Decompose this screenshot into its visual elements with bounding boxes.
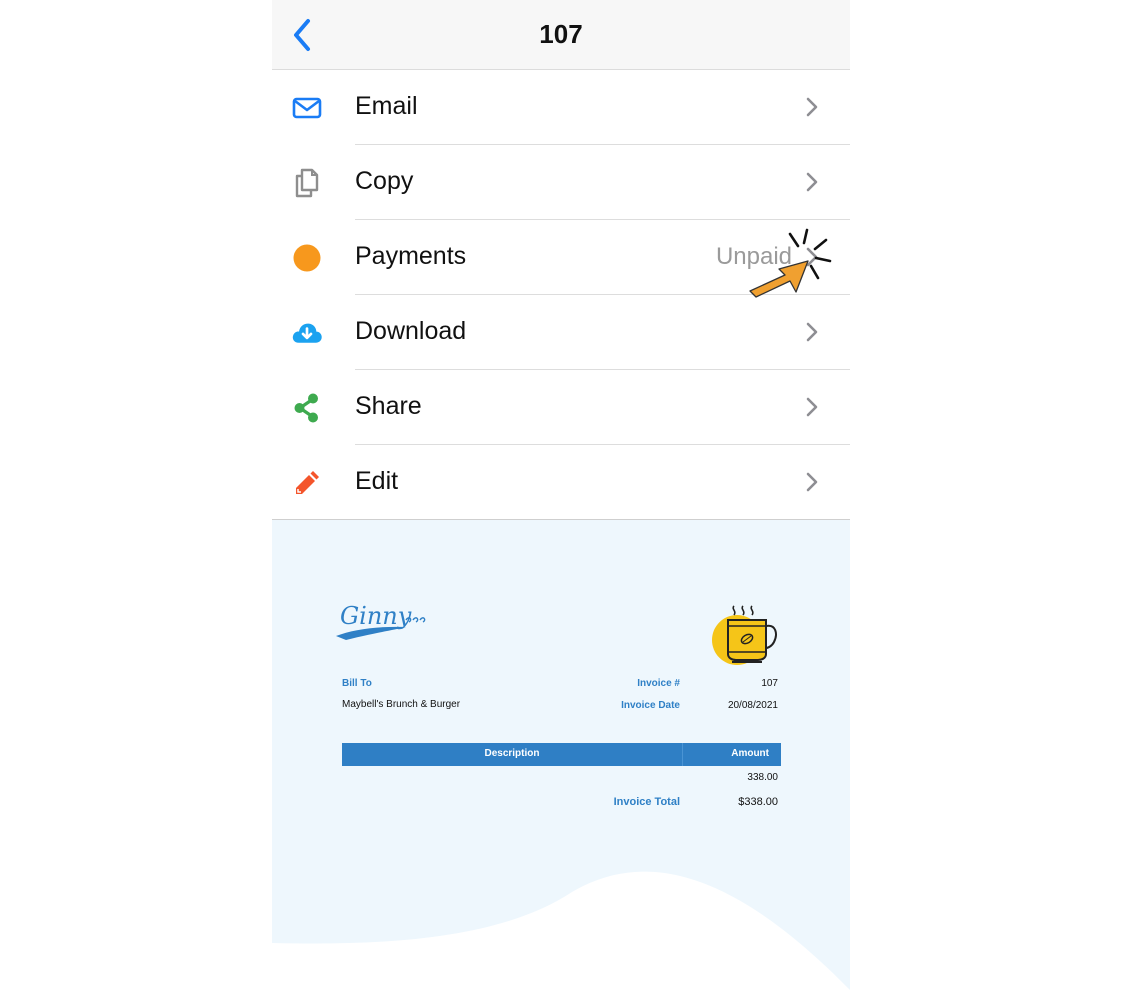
description-header: Description — [484, 748, 540, 759]
invoice-total-label: Invoice Total — [613, 796, 680, 808]
bill-to-label: Bill To — [342, 678, 372, 689]
menu-item-download[interactable]: Download — [272, 295, 850, 370]
menu-item-label: Download — [355, 317, 467, 345]
invoice-number: 107 — [761, 678, 778, 689]
navigation-bar: 107 — [272, 0, 850, 70]
decorative-wave — [272, 871, 850, 1000]
menu-item-label: Edit — [355, 467, 399, 495]
invoice-total-value: $338.00 — [738, 796, 778, 808]
chevron-right-icon — [806, 472, 818, 492]
menu-item-email[interactable]: Email — [272, 70, 850, 145]
chevron-right-icon — [806, 397, 818, 417]
payment-status: Unpaid — [715, 243, 792, 270]
menu-item-label: Copy — [355, 167, 414, 195]
menu-item-label: Payments — [355, 242, 467, 270]
invoice-date-label: Invoice Date — [621, 700, 680, 711]
invoice-date: 20/08/2021 — [727, 700, 778, 711]
bill-to-name: Maybell's Brunch & Burger — [342, 699, 461, 710]
pencil-icon — [291, 467, 323, 499]
cloud-download-icon — [291, 317, 323, 349]
amount-header: Amount — [731, 748, 769, 759]
chevron-right-icon — [806, 322, 818, 342]
header-divider — [682, 743, 683, 766]
svg-text:Ginny: Ginny — [340, 602, 412, 630]
coffee-mug-logo — [710, 604, 782, 671]
menu-item-label: Email — [355, 92, 418, 120]
envelope-icon — [291, 92, 323, 124]
line-item-amount: 338.00 — [747, 772, 778, 783]
page-title: 107 — [539, 19, 583, 49]
chevron-right-icon — [806, 97, 818, 117]
invoice-preview[interactable]: Ginny Bill To Maybell's Brunch & Burger … — [272, 520, 850, 1000]
menu-item-copy[interactable]: Copy — [272, 145, 850, 220]
menu-item-payments[interactable]: Payments Unpaid — [272, 220, 850, 295]
copy-icon — [291, 167, 323, 199]
chevron-right-icon — [806, 172, 818, 192]
action-menu: Email Copy Payments Unpaid Download Shar… — [272, 70, 850, 520]
brand-logo: Ginny — [334, 596, 434, 651]
phone-screen: 107 Email Copy Payments Unpaid Download … — [272, 0, 850, 1000]
invoice-number-label: Invoice # — [637, 678, 680, 689]
menu-item-share[interactable]: Share — [272, 370, 850, 445]
orange-dot-icon — [291, 242, 323, 274]
line-items-header: Description Amount — [342, 743, 781, 766]
share-icon — [291, 392, 323, 424]
chevron-right-icon — [806, 247, 818, 267]
menu-item-label: Share — [355, 392, 422, 420]
menu-item-edit[interactable]: Edit — [272, 445, 850, 520]
